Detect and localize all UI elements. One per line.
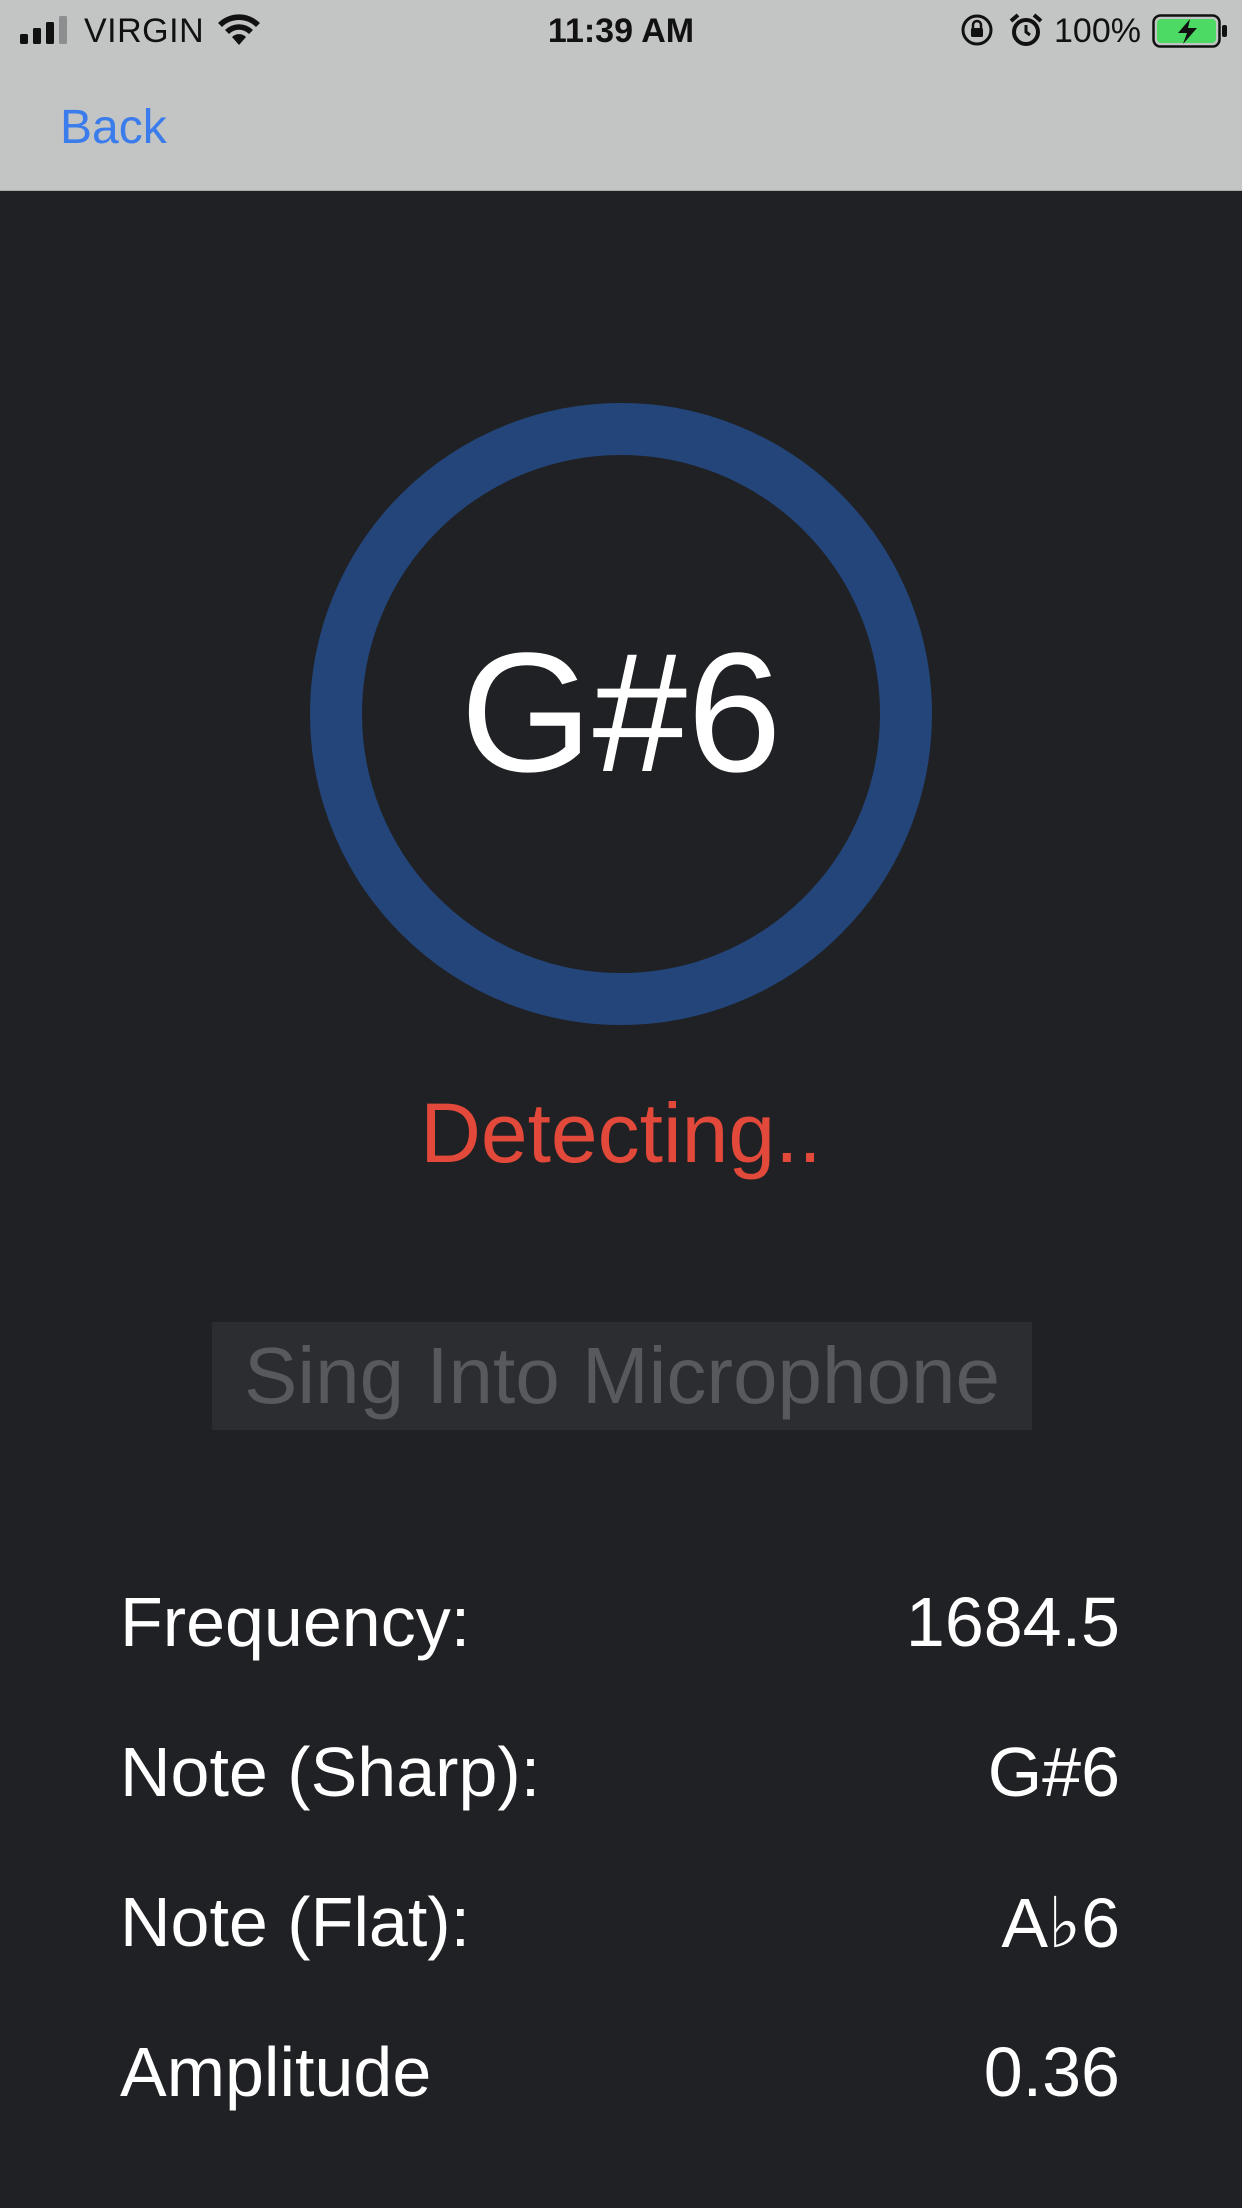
note-flat-value: A♭6 [1001,1884,1120,1962]
detection-status: Detecting.. [420,1086,822,1180]
amplitude-label: Amplitude [120,2033,432,2111]
top-bar: VIRGIN 11:39 AM 100% Back [0,0,1242,191]
alarm-icon [1009,13,1043,46]
note-flat-label: Note (Flat): [120,1883,471,1961]
frequency-label: Frequency: [120,1583,471,1661]
frequency-row: Frequency: 1684.5 [120,1582,1120,1672]
back-button[interactable]: Back [60,100,167,155]
microphone-prompt: Sing Into Microphone [212,1322,1032,1430]
note-sharp-value: G#6 [987,1733,1120,1811]
battery-charging-icon [1152,14,1227,48]
note-sharp-row: Note (Sharp): G#6 [120,1732,1120,1822]
frequency-value: 1684.5 [905,1583,1120,1661]
battery-percentage: 100% [1054,12,1141,50]
orientation-lock-icon [961,14,993,46]
status-bar: VIRGIN 11:39 AM 100% [0,0,1242,62]
detected-note: G#6 [460,618,782,808]
note-sharp-label: Note (Sharp): [120,1733,541,1811]
note-flat-row: Note (Flat): A♭6 [120,1882,1120,1972]
amplitude-row: Amplitude 0.36 [120,2032,1120,2122]
amplitude-value: 0.36 [983,2033,1120,2111]
